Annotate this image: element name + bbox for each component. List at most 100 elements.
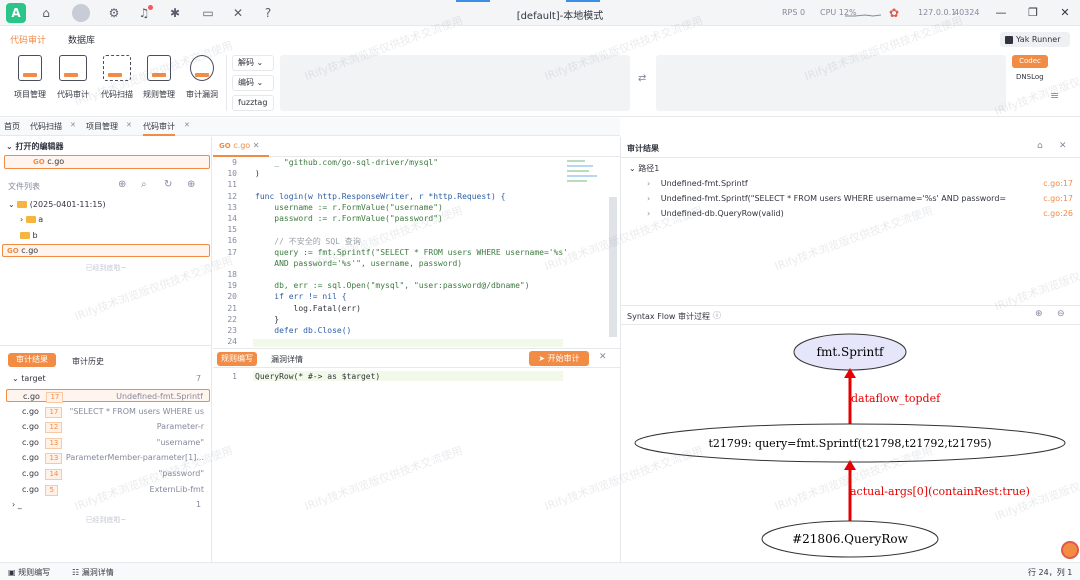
tree-folder-b[interactable]: b [20,231,38,240]
terminal-icon[interactable]: ▭ [200,5,216,21]
status-rule-edit[interactable]: ▣ 规则编写 [8,567,50,578]
close-icon[interactable]: ✕ [184,121,190,129]
open-editors-header[interactable]: ⌄ 打开的编辑器 [6,141,64,152]
tab-code-audit[interactable]: 代码审计 [143,121,175,136]
engine-icon[interactable]: ✿ [886,5,902,21]
result-desc: "password" [158,469,204,478]
rule-code: QueryRow(* #-> as $target) [255,372,381,381]
close-icon[interactable]: ✕ [126,121,132,129]
audit-vuln-button[interactable]: 审计漏洞 [180,55,224,100]
settings-icon[interactable]: ⚙ [106,5,122,21]
flow-result-row[interactable]: › Undefined-db.QueryRow(valid) c.go:26 [647,207,1075,220]
left-panel: ⌄ 打开的编辑器 GO c.go 文件列表 ⊕ ⌕ ↻ ⊕ ⌄ (2025-04… [0,137,212,562]
tree-root-label: (2025-0401-11:15) [29,200,106,209]
codec-button[interactable]: Codec [1012,55,1048,68]
open-editors-label: 打开的编辑器 [15,142,64,151]
audit-result-row[interactable]: c.go 13 ParameterMember-parameter[1]... [6,451,210,465]
avatar[interactable] [72,4,90,22]
tab-rule-edit[interactable]: 规则编写 [217,352,257,366]
refresh-icon[interactable]: ↻ [164,179,172,190]
line-number: 22 [227,314,237,324]
code-scan-button[interactable]: 代码扫描 [95,55,139,100]
tab-code-scan[interactable]: 代码扫描 [30,121,62,132]
minimize-button[interactable]: — [990,4,1012,22]
zoom-in-icon[interactable]: ⊕ [1035,309,1043,319]
result-line-badge: 17 [45,406,63,418]
scrollbar[interactable] [609,197,617,337]
tab-vuln-detail[interactable]: 漏洞详情 [271,354,303,365]
rps-label: RPS 0 [782,8,806,17]
zoom-out-icon[interactable]: ⊖ [1057,309,1065,319]
help-icon[interactable]: ⓘ [713,310,721,321]
result-line-badge: 14 [45,469,63,480]
rule-manage-button[interactable]: 规则管理 [137,55,181,100]
audit-result-row[interactable]: c.go 5 ExternLib-fmt [6,483,210,496]
path-group[interactable]: ⌄ 路径1 [629,163,659,174]
status-vuln-detail[interactable]: ☷ 漏洞详情 [72,567,114,578]
audit-result-row[interactable]: c.go 12 Parameter-r [6,420,210,434]
tab-home[interactable]: 首页 [4,121,20,132]
bug-icon[interactable]: ✱ [167,5,183,21]
result-file: c.go [22,437,39,447]
line-number: 21 [227,303,237,313]
result-desc: Parameter-r [156,422,204,432]
result-file: c.go [22,406,39,416]
tab-code-audit-menu[interactable]: 代码审计 [10,33,46,46]
minimap[interactable] [563,157,603,227]
fuzztag-button[interactable]: fuzztag [232,95,274,111]
tree-root[interactable]: ⌄ (2025-0401-11:15) [8,200,106,209]
tree-file-cgo[interactable]: GO c.go [2,244,210,257]
decode-select[interactable]: 解码 ⌄ [232,55,274,71]
clear-icon[interactable]: ⌂ [1037,141,1043,151]
yak-runner-button[interactable]: Yak Runner [1000,32,1070,47]
encode-select[interactable]: 编码 ⌄ [232,75,274,91]
editor-tabs: GO c.go ✕ [213,137,620,157]
close-window-button[interactable]: ✕ [1054,4,1076,22]
close-icon[interactable]: ✕ [70,121,76,129]
tree-folder-a[interactable]: › a [20,215,43,224]
home-icon[interactable]: ⌂ [38,5,54,21]
flow-result-row[interactable]: › Undefined-fmt.Sprintf("SELECT * FROM u… [647,192,1075,205]
search-icon[interactable]: ⌕ [141,179,147,190]
project-manage-button[interactable]: 项目管理 [8,55,52,100]
other-group[interactable]: › _ [12,500,22,509]
tab-audit-history[interactable]: 审计历史 [72,356,104,367]
line-number: 1 [232,372,237,381]
line-number: 20 [227,292,237,302]
target-group[interactable]: ⌄ target [12,374,46,383]
code-editor[interactable]: 9 _ "github.com/go-sql-driver/mysql" 10) 1… [213,157,620,347]
rule-editor[interactable]: 1 QueryRow(* #-> as $target) [213,369,620,562]
audit-result-row[interactable]: c.go 17 Undefined-fmt.Sprintf [6,389,210,403]
maximize-button[interactable]: ❐ [1022,4,1044,22]
tab-database-menu[interactable]: 数据库 [68,33,95,46]
help-icon[interactable]: ? [260,5,276,21]
target-icon[interactable]: ⊕ [118,179,126,190]
tree-cgo-label: c.go [21,246,39,255]
flow-graph[interactable]: fmt.Sprintf dataflow_topdef t21799: quer… [621,326,1080,562]
tools-icon[interactable]: ✕ [230,5,246,21]
close-icon[interactable]: ✕ [599,352,607,362]
audit-result-row[interactable]: c.go 14 "password" [6,467,210,480]
result-desc: "username" [156,437,204,447]
close-icon[interactable]: ✕ [253,141,260,150]
audit-result-row[interactable]: c.go 13 "username" [6,436,210,449]
mascot-icon[interactable] [1061,541,1079,559]
swap-icon[interactable]: ⇄ [638,73,646,84]
codec-input[interactable] [280,55,630,111]
wrap-icon[interactable]: ≡ [1050,89,1059,102]
port-label: 40324 [954,8,980,17]
add-icon[interactable]: ⊕ [187,179,195,190]
tab-project-manage[interactable]: 项目管理 [86,121,118,132]
start-audit-button[interactable]: ➤ 开始审计 [529,351,589,366]
editor-tab-cgo[interactable]: GO c.go ✕ [213,137,269,157]
flow-result-row[interactable]: › Undefined-fmt.Sprintf c.go:17 [647,177,1075,190]
dnslog-button[interactable]: DNSLog [1016,73,1044,81]
codec-output[interactable] [656,55,1006,111]
tab-audit-result[interactable]: 审计结果 [8,353,56,367]
line-number: 13 [227,202,237,212]
result-line-badge: 12 [45,422,63,434]
open-file-item[interactable]: GO c.go [4,155,210,169]
code-audit-button[interactable]: 代码审计 [51,55,95,100]
close-icon[interactable]: ✕ [1059,141,1067,151]
audit-result-row[interactable]: c.go 17 "SELECT * FROM users WHERE us [6,405,210,418]
